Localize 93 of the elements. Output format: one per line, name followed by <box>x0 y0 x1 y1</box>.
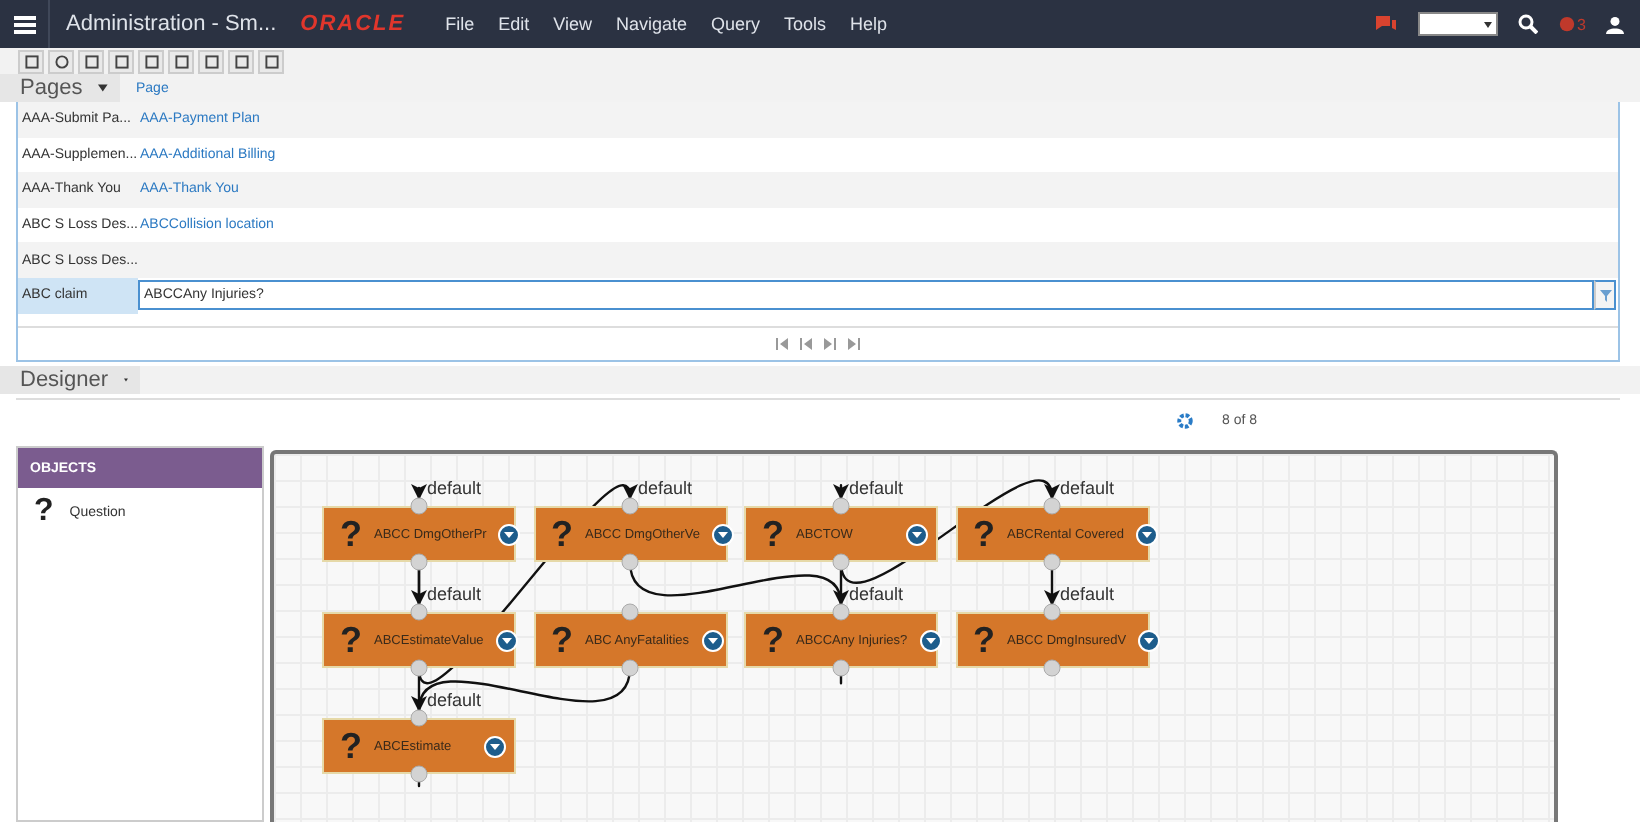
caret-icon <box>1144 637 1155 643</box>
dropdown-icon[interactable] <box>498 523 521 545</box>
menu-icon <box>13 15 35 33</box>
notification-icon <box>1557 15 1576 33</box>
question-icon: ? <box>762 622 784 658</box>
pager-button[interactable] <box>824 338 836 350</box>
port-handle[interactable] <box>410 765 428 783</box>
dropdown-icon[interactable] <box>1138 629 1161 651</box>
pager-button[interactable] <box>848 338 860 350</box>
last-page-icon <box>848 338 860 350</box>
question-icon: ? <box>973 516 995 552</box>
notification-count: 3 <box>1577 15 1586 33</box>
menu-item[interactable]: Edit <box>486 0 542 48</box>
dropdown-icon[interactable] <box>484 735 506 757</box>
question-icon: ? <box>340 516 362 552</box>
previous-page-icon <box>800 338 812 350</box>
toolbar-button[interactable] <box>228 49 254 73</box>
settings-icon <box>1176 411 1194 429</box>
edge-label: default <box>1060 584 1115 604</box>
toolbar-button[interactable] <box>168 49 194 73</box>
window-title: Administration - Sm... <box>64 12 279 36</box>
question-icon: ? <box>340 622 362 658</box>
port-handle[interactable] <box>410 553 428 571</box>
port-handle[interactable] <box>410 603 428 621</box>
caret-icon <box>501 637 512 643</box>
dropdown-icon[interactable] <box>1136 523 1159 545</box>
chat-icon <box>1373 14 1398 34</box>
toolbar-button[interactable] <box>18 49 44 73</box>
port-handle[interactable] <box>832 659 850 677</box>
port-handle[interactable] <box>621 553 639 571</box>
toolbar-button[interactable] <box>48 49 74 73</box>
port-handle[interactable] <box>410 709 428 727</box>
question-icon: ? <box>762 516 784 552</box>
port-handle[interactable] <box>621 603 639 621</box>
caret-icon <box>504 531 515 537</box>
caret-icon <box>707 637 718 643</box>
logo: ORACLE <box>300 12 406 36</box>
edge-label: default <box>1060 478 1115 498</box>
edge-label: default <box>638 478 693 498</box>
dropdown-icon[interactable] <box>701 629 724 651</box>
question-icon: ? <box>551 516 573 552</box>
caret-icon <box>1483 21 1492 27</box>
port-handle[interactable] <box>621 659 639 677</box>
toolbar-button[interactable] <box>258 49 284 73</box>
first-page-icon <box>776 338 788 350</box>
menu-item[interactable]: Help <box>838 0 900 48</box>
port-handle[interactable] <box>621 497 639 515</box>
caret-icon <box>925 637 936 643</box>
dropdown-icon[interactable] <box>906 523 928 545</box>
port-handle[interactable] <box>410 659 428 677</box>
select-field[interactable] <box>1417 12 1498 36</box>
port-handle[interactable] <box>832 603 850 621</box>
menu-item[interactable]: View <box>541 0 604 48</box>
question-icon: ? <box>973 622 995 658</box>
question-icon: ? <box>340 728 362 764</box>
menu-item[interactable]: File <box>433 0 487 48</box>
designer-section-tab[interactable]: Designer <box>0 366 140 394</box>
menu-item[interactable]: Query <box>699 0 773 48</box>
edge-label: default <box>849 478 904 498</box>
port-handle[interactable] <box>1043 603 1061 621</box>
filter-icon <box>1599 289 1611 302</box>
caret-icon <box>98 82 108 94</box>
port-handle[interactable] <box>1043 497 1061 515</box>
edge-label: default <box>849 584 904 604</box>
edge-label: default <box>427 584 482 604</box>
port-handle[interactable] <box>1043 659 1061 677</box>
menu-item[interactable]: Tools <box>772 0 839 48</box>
toolbar-button[interactable] <box>108 49 134 73</box>
toolbar-button[interactable] <box>78 49 104 73</box>
toolbar-button[interactable] <box>138 49 164 73</box>
port-handle[interactable] <box>832 497 850 515</box>
caret-icon <box>717 531 728 537</box>
dropdown-icon[interactable] <box>495 629 518 651</box>
pages-section-tab[interactable]: Pages <box>0 74 120 102</box>
filter-button[interactable] <box>1594 280 1616 311</box>
edge-label: default <box>427 690 482 710</box>
pager-button[interactable] <box>800 338 812 350</box>
question-icon: ? <box>34 496 54 528</box>
caret-icon <box>1142 531 1153 537</box>
port-handle[interactable] <box>832 553 850 571</box>
caret-icon <box>490 743 500 749</box>
caret-icon <box>912 531 922 537</box>
menu-item[interactable]: Navigate <box>603 0 700 48</box>
port-handle[interactable] <box>410 497 428 515</box>
toolbar-button[interactable] <box>198 49 224 73</box>
dropdown-icon[interactable] <box>711 523 734 545</box>
port-handle[interactable] <box>1043 553 1061 571</box>
question-icon: ? <box>551 622 573 658</box>
next-page-icon <box>824 338 836 350</box>
pager-button[interactable] <box>776 338 788 350</box>
edge-label: default <box>427 478 482 498</box>
dropdown-icon[interactable] <box>919 629 942 651</box>
user-icon <box>1606 15 1624 33</box>
